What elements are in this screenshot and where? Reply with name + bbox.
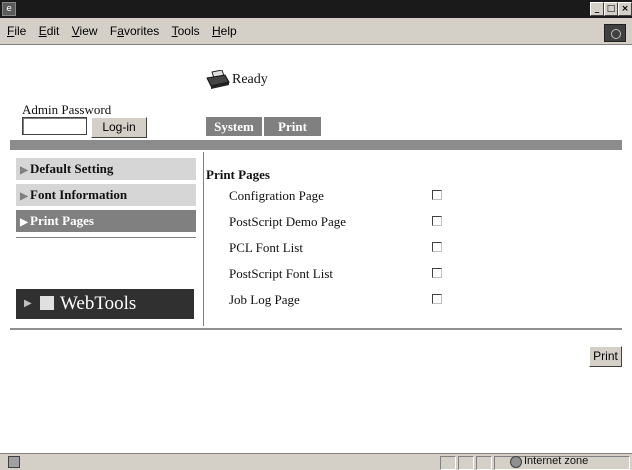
configuration-page-checkbox[interactable] (432, 190, 442, 200)
print-page-label: PCL Font List (229, 240, 303, 255)
printer-icon (206, 70, 230, 89)
menu-file[interactable]: File (7, 24, 26, 38)
page-icon (8, 456, 20, 468)
triangle-right-icon: ▶ (20, 165, 28, 176)
browser-page-icon: e (2, 2, 16, 16)
sidebar-item-default-setting[interactable]: ▶ Default Setting (16, 158, 196, 180)
job-log-page-checkbox[interactable] (432, 294, 442, 304)
triangle-right-icon: ▶ (24, 298, 32, 309)
content-divider (10, 328, 622, 330)
webtools-label: WebTools (60, 293, 137, 314)
status-pane (440, 456, 456, 470)
print-page-row: PostScript Font List (229, 266, 449, 286)
triangle-right-icon: ▶ (20, 191, 28, 202)
fiery-logo-icon (40, 296, 54, 310)
admin-password-label: Admin Password (22, 102, 112, 117)
sidebar-item-print-pages[interactable]: ▶ Print Pages (16, 210, 196, 232)
print-page-label: Job Log Page (229, 292, 300, 307)
maximize-button[interactable]: □ (604, 2, 618, 16)
minimize-button[interactable]: _ (590, 2, 604, 16)
browser-logo-icon (604, 24, 626, 42)
print-button[interactable]: Print (589, 346, 622, 367)
globe-icon (510, 456, 522, 468)
print-page-row: Configration Page (229, 188, 449, 208)
title-bar: e _ □ × (0, 0, 632, 18)
menu-help[interactable]: Help (212, 24, 237, 38)
vertical-divider (203, 152, 204, 326)
print-page-label: PostScript Font List (229, 266, 334, 281)
status-bar: Internet zone (0, 453, 632, 470)
triangle-right-icon: ▶ (20, 217, 28, 228)
security-zone: Internet zone (524, 455, 589, 467)
sidebar-divider (16, 237, 196, 238)
postscript-demo-page-checkbox[interactable] (432, 216, 442, 226)
print-page-label: Configration Page (229, 188, 324, 203)
menu-edit[interactable]: Edit (39, 24, 60, 38)
login-button[interactable]: Log-in (91, 117, 147, 138)
print-page-row: PCL Font List (229, 240, 449, 260)
sidebar-item-label: Default Setting (30, 161, 114, 176)
printer-status: Ready (232, 72, 268, 87)
close-button[interactable]: × (618, 2, 632, 16)
postscript-font-list-checkbox[interactable] (432, 268, 442, 278)
section-title: Print Pages (206, 167, 270, 182)
print-page-row: Job Log Page (229, 292, 449, 312)
header-divider (10, 140, 622, 150)
status-pane (458, 456, 474, 470)
menu-view[interactable]: View (72, 24, 98, 38)
pcl-font-list-checkbox[interactable] (432, 242, 442, 252)
sidebar-item-label: Font Information (30, 187, 128, 202)
admin-password-input[interactable] (22, 117, 87, 135)
tab-print[interactable]: Print (264, 117, 321, 136)
print-page-label: PostScript Demo Page (229, 214, 346, 229)
sidebar-item-font-information[interactable]: ▶ Font Information (16, 184, 196, 206)
menu-tools[interactable]: Tools (172, 24, 200, 38)
print-page-row: PostScript Demo Page (229, 214, 449, 234)
webtools-logo[interactable]: ▶ WebTools (16, 289, 194, 319)
menu-bar: File Edit View Favorites Tools Help (0, 18, 632, 45)
sidebar-item-label: Print Pages (30, 213, 94, 228)
tab-system[interactable]: System (206, 117, 262, 136)
menu-favorites[interactable]: Favorites (110, 24, 159, 38)
status-pane (476, 456, 492, 470)
